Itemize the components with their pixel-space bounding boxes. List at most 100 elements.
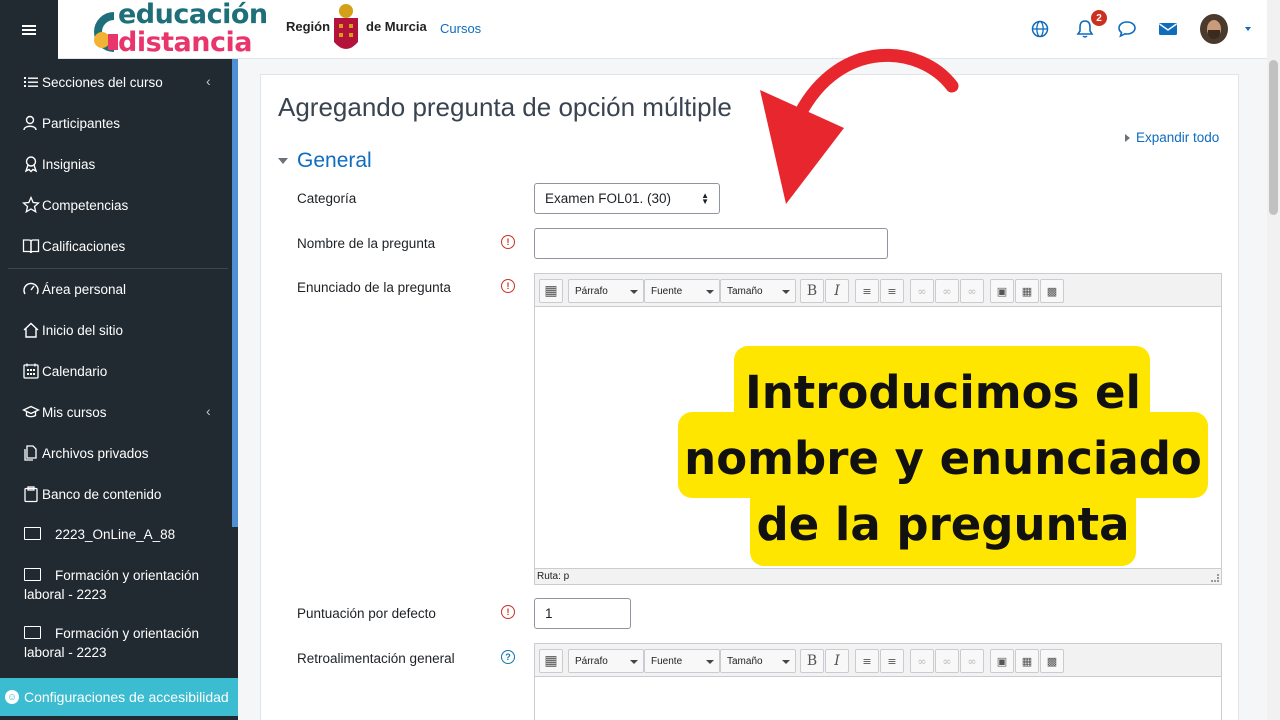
- sidebar-item-competencias[interactable]: Competencias: [22, 194, 128, 216]
- font-family-dropdown[interactable]: Fuente: [644, 649, 720, 673]
- caret-right-icon: [1125, 134, 1130, 142]
- folder-icon: [24, 568, 41, 581]
- manage-files-icon[interactable]: ▩: [1040, 649, 1064, 673]
- bullet-list-icon[interactable]: ≡: [855, 279, 879, 303]
- section-general-toggle[interactable]: General: [278, 149, 372, 173]
- font-size-dropdown[interactable]: Tamaño: [720, 649, 796, 673]
- mortarboard-icon: [22, 405, 40, 418]
- font-family-dropdown[interactable]: Fuente: [644, 279, 720, 303]
- user-menu-caret-icon[interactable]: [1245, 27, 1251, 31]
- sidebar-course-item[interactable]: Formación y orientación laboral - 2223: [24, 566, 224, 604]
- unlink-icon[interactable]: ∞: [935, 279, 959, 303]
- region-label: Región: [286, 19, 331, 34]
- drawer-toggle-button[interactable]: [0, 0, 58, 59]
- editor-path: Ruta: p: [537, 571, 570, 582]
- bullet-list-icon[interactable]: ≡: [855, 649, 879, 673]
- bold-icon[interactable]: B: [800, 649, 824, 673]
- hamburger-icon: [22, 24, 36, 35]
- numbered-list-icon[interactable]: ≡: [880, 649, 904, 673]
- help-icon[interactable]: ?: [501, 650, 515, 664]
- anchor-icon[interactable]: ∞: [960, 279, 984, 303]
- bold-icon[interactable]: B: [800, 279, 824, 303]
- sidebar-item-archivos[interactable]: Archivos privados: [22, 442, 149, 464]
- default-mark-label: Puntuación por defecto: [297, 606, 436, 621]
- sidebar-item-mis-cursos[interactable]: Mis cursos: [22, 401, 107, 423]
- page-scrollbar[interactable]: [1267, 0, 1280, 720]
- logo-line1: educación: [118, 0, 268, 30]
- drawer-scrollbar[interactable]: [232, 59, 238, 527]
- select-arrows-icon: ▲ ▼: [701, 191, 709, 206]
- sidebar-item-calendario[interactable]: Calendario: [22, 360, 107, 382]
- question-text-label: Enunciado de la pregunta: [297, 280, 451, 295]
- sidebar-item-label: Mis cursos: [42, 404, 107, 420]
- italic-icon[interactable]: I: [825, 279, 849, 303]
- toolbar-toggle-icon[interactable]: ▦: [539, 279, 563, 303]
- media-icon[interactable]: ▦: [1015, 279, 1039, 303]
- scrollbar-thumb[interactable]: [1269, 60, 1278, 215]
- sidebar-item-inicio[interactable]: Inicio del sitio: [22, 319, 123, 341]
- users-icon: [23, 115, 37, 131]
- sidebar-item-label: Secciones del curso: [42, 74, 163, 90]
- image-icon[interactable]: ▣: [990, 279, 1014, 303]
- section-title: General: [297, 149, 372, 172]
- sidebar-item-banco[interactable]: Banco de contenido: [22, 483, 161, 505]
- editor-content-area[interactable]: [535, 677, 1221, 720]
- link-icon[interactable]: ∞: [910, 649, 934, 673]
- default-mark-input[interactable]: 1: [534, 598, 631, 629]
- logo-line2: distancia: [118, 27, 252, 58]
- expand-all-label: Expandir todo: [1136, 130, 1220, 145]
- red-arrow-annotation: [760, 48, 959, 204]
- chevron-left-icon[interactable]: ‹: [206, 73, 211, 89]
- font-family-label: Fuente: [651, 655, 683, 667]
- chevron-left-icon[interactable]: ‹: [206, 403, 211, 419]
- sidebar-item-calificaciones[interactable]: Calificaciones: [22, 235, 125, 257]
- numbered-list-icon[interactable]: ≡: [880, 279, 904, 303]
- link-icon[interactable]: ∞: [910, 279, 934, 303]
- caret-down-icon: [278, 158, 288, 164]
- folder-icon: [24, 527, 41, 540]
- expand-all-link[interactable]: Expandir todo: [1125, 130, 1219, 145]
- dashboard-icon: [23, 282, 39, 295]
- font-family-label: Fuente: [651, 285, 683, 297]
- nav-link-cursos[interactable]: Cursos: [440, 21, 481, 36]
- calendar-icon: [23, 363, 39, 379]
- sidebar-item-participantes[interactable]: Participantes: [22, 112, 120, 134]
- italic-icon[interactable]: I: [825, 649, 849, 673]
- toolbar-toggle-icon[interactable]: ▦: [539, 649, 563, 673]
- messages-bubble-icon[interactable]: [1116, 18, 1138, 40]
- unlink-icon[interactable]: ∞: [935, 649, 959, 673]
- manage-files-icon[interactable]: ▩: [1040, 279, 1064, 303]
- required-icon: !: [501, 279, 515, 293]
- category-select[interactable]: Examen FOL01. (30) ▲ ▼: [534, 183, 720, 214]
- sidebar-course-item[interactable]: Formación y orientación laboral - 2223: [24, 624, 224, 662]
- user-avatar[interactable]: [1200, 14, 1228, 44]
- callout-line: de la pregunta: [756, 498, 1130, 551]
- paragraph-format-label: Párrafo: [575, 285, 608, 297]
- general-feedback-editor[interactable]: ▦ Párrafo Fuente Tamaño B I ≡ ≡ ∞ ∞ ∞ ▣ …: [534, 643, 1222, 720]
- language-globe-icon[interactable]: [1029, 18, 1051, 40]
- sidebar-item-label: Archivos privados: [42, 445, 149, 461]
- clipboard-icon: [24, 486, 38, 503]
- image-icon[interactable]: ▣: [990, 649, 1014, 673]
- files-icon: [24, 445, 37, 461]
- notification-count-badge: 2: [1091, 10, 1107, 26]
- sidebar-item-area-personal[interactable]: Área personal: [22, 278, 126, 300]
- callout-line: nombre y enunciado: [684, 432, 1202, 485]
- accessibility-settings-button[interactable]: ☺ Configuraciones de accesibilidad: [0, 678, 238, 716]
- editor-statusbar: Ruta: p: [535, 568, 1221, 584]
- paragraph-format-dropdown[interactable]: Párrafo: [568, 649, 644, 673]
- sidebar-item-insignias[interactable]: Insignias: [22, 153, 95, 175]
- resize-grip-icon[interactable]: [1211, 574, 1219, 582]
- mail-envelope-icon[interactable]: [1157, 18, 1179, 40]
- sidebar-item-secciones[interactable]: Secciones del curso: [22, 71, 163, 93]
- font-size-dropdown[interactable]: Tamaño: [720, 279, 796, 303]
- anchor-icon[interactable]: ∞: [960, 649, 984, 673]
- accessibility-label: Configuraciones de accesibilidad: [24, 689, 229, 705]
- paragraph-format-dropdown[interactable]: Párrafo: [568, 279, 644, 303]
- sidebar-course-item[interactable]: 2223_OnLine_A_88: [24, 525, 224, 544]
- site-logo[interactable]: educación distancia: [88, 0, 283, 58]
- question-name-input[interactable]: [534, 228, 888, 259]
- sidebar-item-label: Área personal: [42, 281, 127, 297]
- star-icon: [22, 196, 40, 214]
- media-icon[interactable]: ▦: [1015, 649, 1039, 673]
